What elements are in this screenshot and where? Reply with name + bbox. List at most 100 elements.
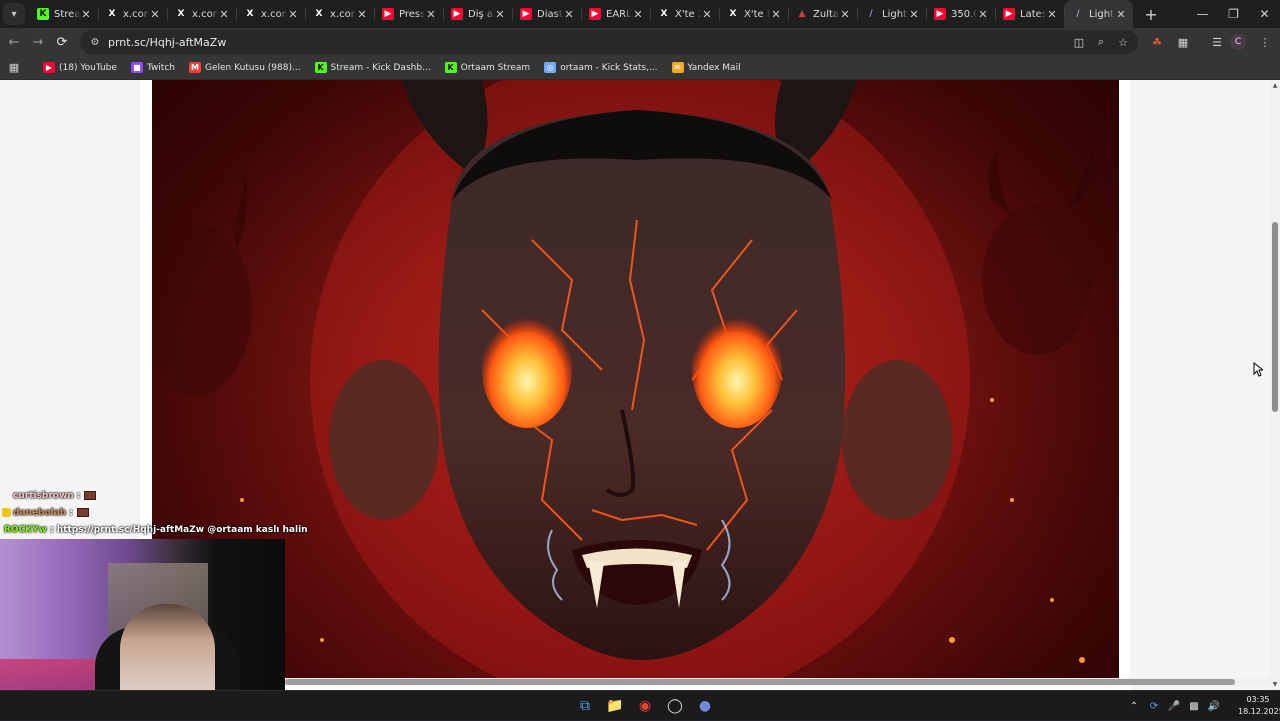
tab-close-icon[interactable]: ✕ [632, 8, 644, 21]
tab-1[interactable]: Xx.com ✕ [98, 0, 167, 28]
restore-icon[interactable]: ❐ [1218, 0, 1249, 28]
bookmark-label: ortaam - Kick Stats,... [560, 62, 658, 73]
vertical-scroll-thumb[interactable] [1272, 222, 1278, 412]
tab-close-icon[interactable]: ✕ [839, 8, 851, 21]
tab-0[interactable]: K Stream✕ [29, 0, 98, 28]
tab-close-icon[interactable]: ✕ [149, 8, 161, 21]
vertical-scrollbar[interactable]: ▲ ▼ [1270, 80, 1280, 690]
system-clock[interactable]: 03:35 18.12.2025 [1238, 694, 1280, 718]
zoom-icon[interactable]: ⌕ [1090, 35, 1112, 49]
network-icon[interactable]: ▩ [1184, 701, 1204, 712]
minimize-icon[interactable]: — [1187, 0, 1218, 28]
chat-badge-icon [2, 508, 11, 517]
tab-11[interactable]: ▲ Zultan✕ [788, 0, 857, 28]
tab-close-icon[interactable]: ✕ [1115, 8, 1127, 21]
tab-5[interactable]: ▶ Press ✕ [374, 0, 443, 28]
tab-close-icon[interactable]: ✕ [80, 8, 92, 21]
tab-close-icon[interactable]: ✕ [977, 8, 989, 21]
discord-icon[interactable]: ● [690, 695, 720, 717]
tab-close-icon[interactable]: ✕ [908, 8, 920, 21]
profile-avatar-icon[interactable]: C [1230, 34, 1246, 50]
lightshot-icon: ∕ [869, 9, 873, 19]
menu-kebab-icon[interactable]: ⋮ [1252, 28, 1278, 56]
bookmark-item[interactable]: M Gelen Kutusu (988)... [189, 62, 301, 73]
tab-media-icon[interactable]: ☰ [1204, 28, 1230, 56]
x-icon: X [108, 9, 116, 19]
tab-close-icon[interactable]: ✕ [218, 8, 230, 21]
extensions-puzzle-icon[interactable]: ▦ [1170, 28, 1196, 56]
horizontal-scroll-thumb[interactable] [285, 679, 1235, 685]
bookmark-star-icon[interactable]: ☆ [1112, 36, 1134, 49]
devil-artwork [152, 80, 1119, 678]
tab-close-icon[interactable]: ✕ [287, 8, 299, 21]
windows-start-icon[interactable]: ⧉ [570, 695, 600, 717]
close-window-icon[interactable]: ✕ [1249, 0, 1280, 28]
bookmark-label: Ortaam Stream [460, 62, 531, 73]
bookmark-item[interactable]: ▶ (18) YouTube [43, 62, 117, 73]
url-text[interactable]: prnt.sc/Hqhj-aftMaZw [108, 36, 226, 49]
bookmark-item[interactable]: ◎ ortaam - Kick Stats,... [544, 62, 658, 73]
scroll-up-arrow-icon[interactable]: ▲ [1271, 82, 1279, 89]
scroll-down-arrow-icon[interactable]: ▼ [1271, 681, 1279, 688]
bookmark-item[interactable]: ✉ Yandex Mail [671, 62, 741, 73]
tab-close-icon[interactable]: ✕ [563, 8, 575, 21]
tab-close-icon[interactable]: ✕ [425, 8, 437, 21]
tab-7[interactable]: ▶ Diaste✕ [512, 0, 581, 28]
horizontal-scrollbar[interactable] [285, 678, 1270, 686]
tab-close-icon[interactable]: ✕ [356, 8, 368, 21]
reload-icon[interactable]: ⟳ [50, 30, 74, 54]
stream-app-icon[interactable]: ◯ [660, 695, 690, 717]
twitch-icon: ■ [130, 62, 143, 73]
mouse-cursor-icon [1253, 362, 1263, 377]
bookmark-label: Yandex Mail [687, 62, 741, 73]
tab-10[interactable]: X X'te P ✕ [719, 0, 788, 28]
volume-icon[interactable]: 🔊 [1204, 701, 1224, 712]
youtube-icon: ▶ [451, 8, 463, 20]
forward-icon[interactable]: → [26, 30, 50, 54]
browser-toolbar: ← → ⟳ ⚙ prnt.sc/Hqhj-aftMaZw ◫ ⌕ ☆ ☘ ▦ ☰… [0, 28, 1280, 56]
bookmark-item[interactable]: K Stream - Kick Dashb... [314, 62, 431, 73]
tab-close-icon[interactable]: ✕ [494, 8, 506, 21]
tab-3[interactable]: Xx.com ✕ [236, 0, 305, 28]
chrome-icon[interactable]: ◉ [630, 695, 660, 717]
tab-close-icon[interactable]: ✕ [1046, 8, 1058, 21]
tab-6[interactable]: ▶ Diş an✕ [443, 0, 512, 28]
tab-9[interactable]: X X'te Z✕ [650, 0, 719, 28]
tab-title: Diş an [468, 8, 494, 20]
microphone-icon[interactable]: 🎤 [1164, 701, 1184, 712]
tab-title: LightS [882, 8, 908, 20]
youtube-icon: ▶ [43, 62, 55, 73]
file-explorer-icon[interactable]: 📁 [600, 695, 630, 717]
tab-4[interactable]: Xx.com ✕ [305, 0, 374, 28]
bookmark-list: ▶ (18) YouTube ■ Twitch M Gelen Kutusu (988).… [29, 62, 741, 73]
tab-15[interactable]: ∕ LightS✕ [1064, 0, 1133, 28]
tray-expand-icon[interactable]: ⌃ [1124, 701, 1144, 712]
tab-14[interactable]: ▶ Latest✕ [995, 0, 1064, 28]
tray-sync-icon[interactable]: ⟳ [1144, 701, 1164, 712]
bookmark-item[interactable]: K Ortaam Stream [444, 62, 531, 73]
tab-8[interactable]: ▶ EARLY✕ [581, 0, 650, 28]
tab-title: X'te Z [675, 8, 701, 20]
tab-search-icon[interactable]: ▾ [3, 3, 25, 25]
tab-close-icon[interactable]: ✕ [701, 8, 713, 21]
tab-2[interactable]: Xx.com ✕ [167, 0, 236, 28]
chat-emote-icon [76, 508, 89, 517]
chat-username: curtisbrown [13, 490, 74, 501]
extension-icon[interactable]: ☘ [1144, 28, 1170, 56]
tab-12[interactable]: ∕ LightS✕ [857, 0, 926, 28]
apps-grid-icon[interactable]: ▦ [5, 59, 23, 77]
install-app-icon[interactable]: ◫ [1068, 36, 1090, 49]
site-info-icon[interactable]: ⚙ [88, 35, 102, 49]
address-bar[interactable]: ⚙ prnt.sc/Hqhj-aftMaZw ◫ ⌕ ☆ [80, 30, 1138, 54]
tab-title: EARLY [606, 8, 632, 20]
stats-icon: ◎ [544, 62, 557, 73]
bookmark-item[interactable]: ■ Twitch [130, 62, 175, 73]
back-icon[interactable]: ← [2, 30, 26, 54]
tab-13[interactable]: ▶ 350.0 ✕ [926, 0, 995, 28]
tab-close-icon[interactable]: ✕ [770, 8, 782, 21]
youtube-icon: ▶ [934, 8, 946, 20]
new-tab-button[interactable]: + [1141, 5, 1161, 24]
tab-list: KStream✕Xx.com✕Xx.com✕Xx.com✕Xx.com✕▶Pre… [29, 0, 1133, 28]
bookmark-label: Gelen Kutusu (988)... [205, 62, 301, 73]
tab-title: Diaste [537, 8, 563, 20]
